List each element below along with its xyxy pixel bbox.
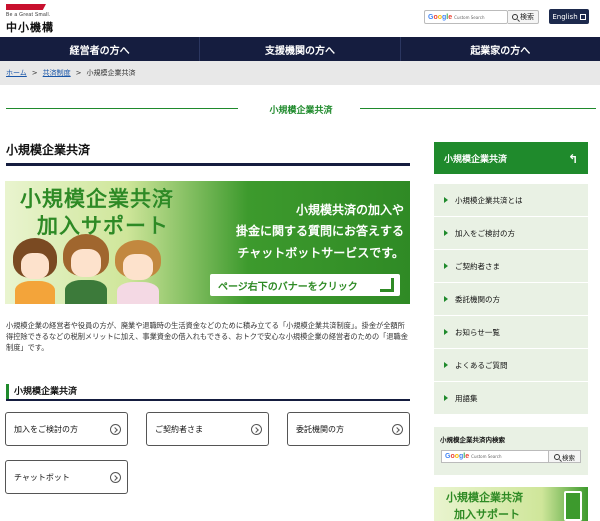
breadcrumb-separator: > [75, 69, 82, 77]
banner-cta-button[interactable]: ページ右下のバナーをクリック [210, 274, 400, 296]
chevron-circle-icon [110, 424, 121, 435]
sidebar-item-label: 用語集 [455, 393, 478, 403]
sidebar-item-faq[interactable]: よくあるご質問 [434, 349, 588, 382]
breadcrumb-separator: > [31, 69, 38, 77]
english-button[interactable]: English [549, 9, 589, 24]
sidebar-item-label: 小規模企業共済とは [455, 195, 523, 205]
character-illustration [63, 234, 109, 304]
triangle-right-icon [444, 197, 448, 203]
banner-cta-label: ページ右下のバナーをクリック [218, 281, 358, 293]
search-icon [554, 453, 560, 460]
english-button-label: English [552, 12, 578, 21]
triangle-right-icon [444, 230, 448, 236]
search-input[interactable]: Google Custom Search [424, 10, 508, 24]
sidebar-item-agencies[interactable]: 委託機関の方 [434, 283, 588, 316]
sidebar-banner-line1: 小規模企業共済 [446, 491, 523, 504]
external-link-icon [579, 13, 586, 20]
sidebar-item-label: よくあるご質問 [455, 360, 508, 370]
chatbot-button-label: チャットボット [14, 472, 70, 482]
sidebar-header[interactable]: 小規模企業共済 ↰ [434, 142, 588, 174]
agencies-button[interactable]: 委託機関の方 [287, 412, 410, 446]
sidebar-item-label: 加入をご検討の方 [455, 228, 515, 238]
sidebar-search-button-label: 検索 [562, 453, 575, 462]
chevron-circle-icon [110, 472, 121, 483]
sidebar-chatbot-banner[interactable]: 小規模企業共済 加入サポート [434, 487, 588, 521]
global-nav: 経営者の方へ 支援機関の方へ 起業家の方へ [0, 37, 600, 61]
nav-item-entrepreneurs[interactable]: 起業家の方へ [401, 37, 600, 61]
breadcrumb-parent[interactable]: 共済制度 [43, 68, 71, 78]
sidebar-item-news[interactable]: お知らせ一覧 [434, 316, 588, 349]
breadcrumb-current: 小規模企業共済 [86, 69, 136, 77]
considering-button[interactable]: 加入をご検討の方 [5, 412, 128, 446]
back-arrow-icon: ↰ [567, 152, 578, 166]
triangle-right-icon [444, 263, 448, 269]
sidebar-item-label: ご契約者さま [455, 261, 500, 271]
google-logo: Google [445, 453, 470, 460]
breadcrumb: ホーム > 共済制度 > 小規模企業共済 [0, 61, 600, 85]
nav-item-managers[interactable]: 経営者の方へ [0, 37, 201, 61]
sidebar-search-title: 小規模企業共済内検索 [440, 436, 505, 444]
chatbot-banner[interactable]: 小規模企業共済 加入サポート 小規模共済の加入や 掛金に関する質問にお答えする … [5, 181, 410, 304]
sidebar-menu: 小規模企業共済とは 加入をご検討の方 ご契約者さま 委託機関の方 お知らせ一覧 … [434, 184, 588, 415]
character-illustration [115, 240, 161, 304]
band-title: 小規模企業共済 [269, 106, 333, 116]
banner-text-line3: チャットボットサービスです。 [237, 246, 404, 260]
agencies-button-label: 委託機関の方 [296, 424, 344, 434]
section-rule [6, 399, 410, 401]
search-button[interactable]: 検索 [508, 10, 539, 24]
description-text: 小規模企業の経営者や役員の方が、廃業や退職時の生活資金などのために積み立てる「小… [6, 321, 408, 352]
triangle-right-icon [444, 395, 448, 401]
nav-item-support-orgs[interactable]: 支援機関の方へ [200, 37, 401, 61]
banner-text-line1: 小規模共済の加入や [295, 203, 404, 217]
search-icon [512, 14, 518, 20]
sidebar-search: 小規模企業共済内検索 Google Custom Search 検索 [434, 427, 588, 475]
triangle-right-icon [444, 296, 448, 302]
title-rule [6, 163, 410, 166]
sidebar-item-considering[interactable]: 加入をご検討の方 [434, 217, 588, 250]
considering-button-label: 加入をご検討の方 [14, 424, 78, 434]
character-illustration [13, 238, 57, 304]
triangle-right-icon [444, 362, 448, 368]
logo-tagline: Be a Great Small. [6, 12, 51, 18]
search-button-label: 検索 [520, 13, 534, 21]
banner-title-line1: 小規模企業共済 [20, 187, 174, 211]
sidebar-banner-line2: 加入サポート [454, 508, 520, 521]
arrow-down-right-icon [380, 278, 394, 292]
logo-mark [6, 4, 46, 10]
contractors-button-label: ご契約者さま [155, 424, 203, 434]
sidebar-item-glossary[interactable]: 用語集 [434, 382, 588, 415]
logo-name: 中小機構 [6, 21, 54, 34]
google-logo: Google [428, 13, 453, 21]
sidebar-item-about[interactable]: 小規模企業共済とは [434, 184, 588, 217]
breadcrumb-home[interactable]: ホーム [6, 68, 27, 78]
site-logo[interactable]: Be a Great Small. 中小機構 [6, 4, 54, 35]
sidebar-item-label: お知らせ一覧 [455, 327, 500, 337]
sidebar-item-label: 委託機関の方 [455, 294, 500, 304]
chevron-circle-icon [392, 424, 403, 435]
contractors-button[interactable]: ご契約者さま [146, 412, 269, 446]
banner-title-line2: 加入サポート [37, 214, 169, 238]
band-line-right [360, 108, 596, 109]
triangle-right-icon [444, 329, 448, 335]
search-placeholder: Custom Search [471, 454, 502, 459]
sidebar-header-label: 小規模企業共済 [444, 154, 508, 165]
banner-text-line2: 掛金に関する質問にお答えする [235, 224, 404, 238]
smartphone-icon [564, 491, 582, 521]
sidebar-search-input[interactable]: Google Custom Search [441, 450, 549, 463]
section-band: 小規模企業共済 [6, 103, 596, 116]
site-header: Be a Great Small. 中小機構 Google Custom Sea… [0, 0, 600, 37]
sidebar-item-contractors[interactable]: ご契約者さま [434, 250, 588, 283]
chatbot-button[interactable]: チャットボット [5, 460, 128, 494]
sidebar-search-button[interactable]: 検索 [549, 450, 581, 463]
page-title: 小規模企業共済 [6, 143, 91, 157]
chevron-circle-icon [251, 424, 262, 435]
search-placeholder: Custom Search [454, 14, 485, 20]
